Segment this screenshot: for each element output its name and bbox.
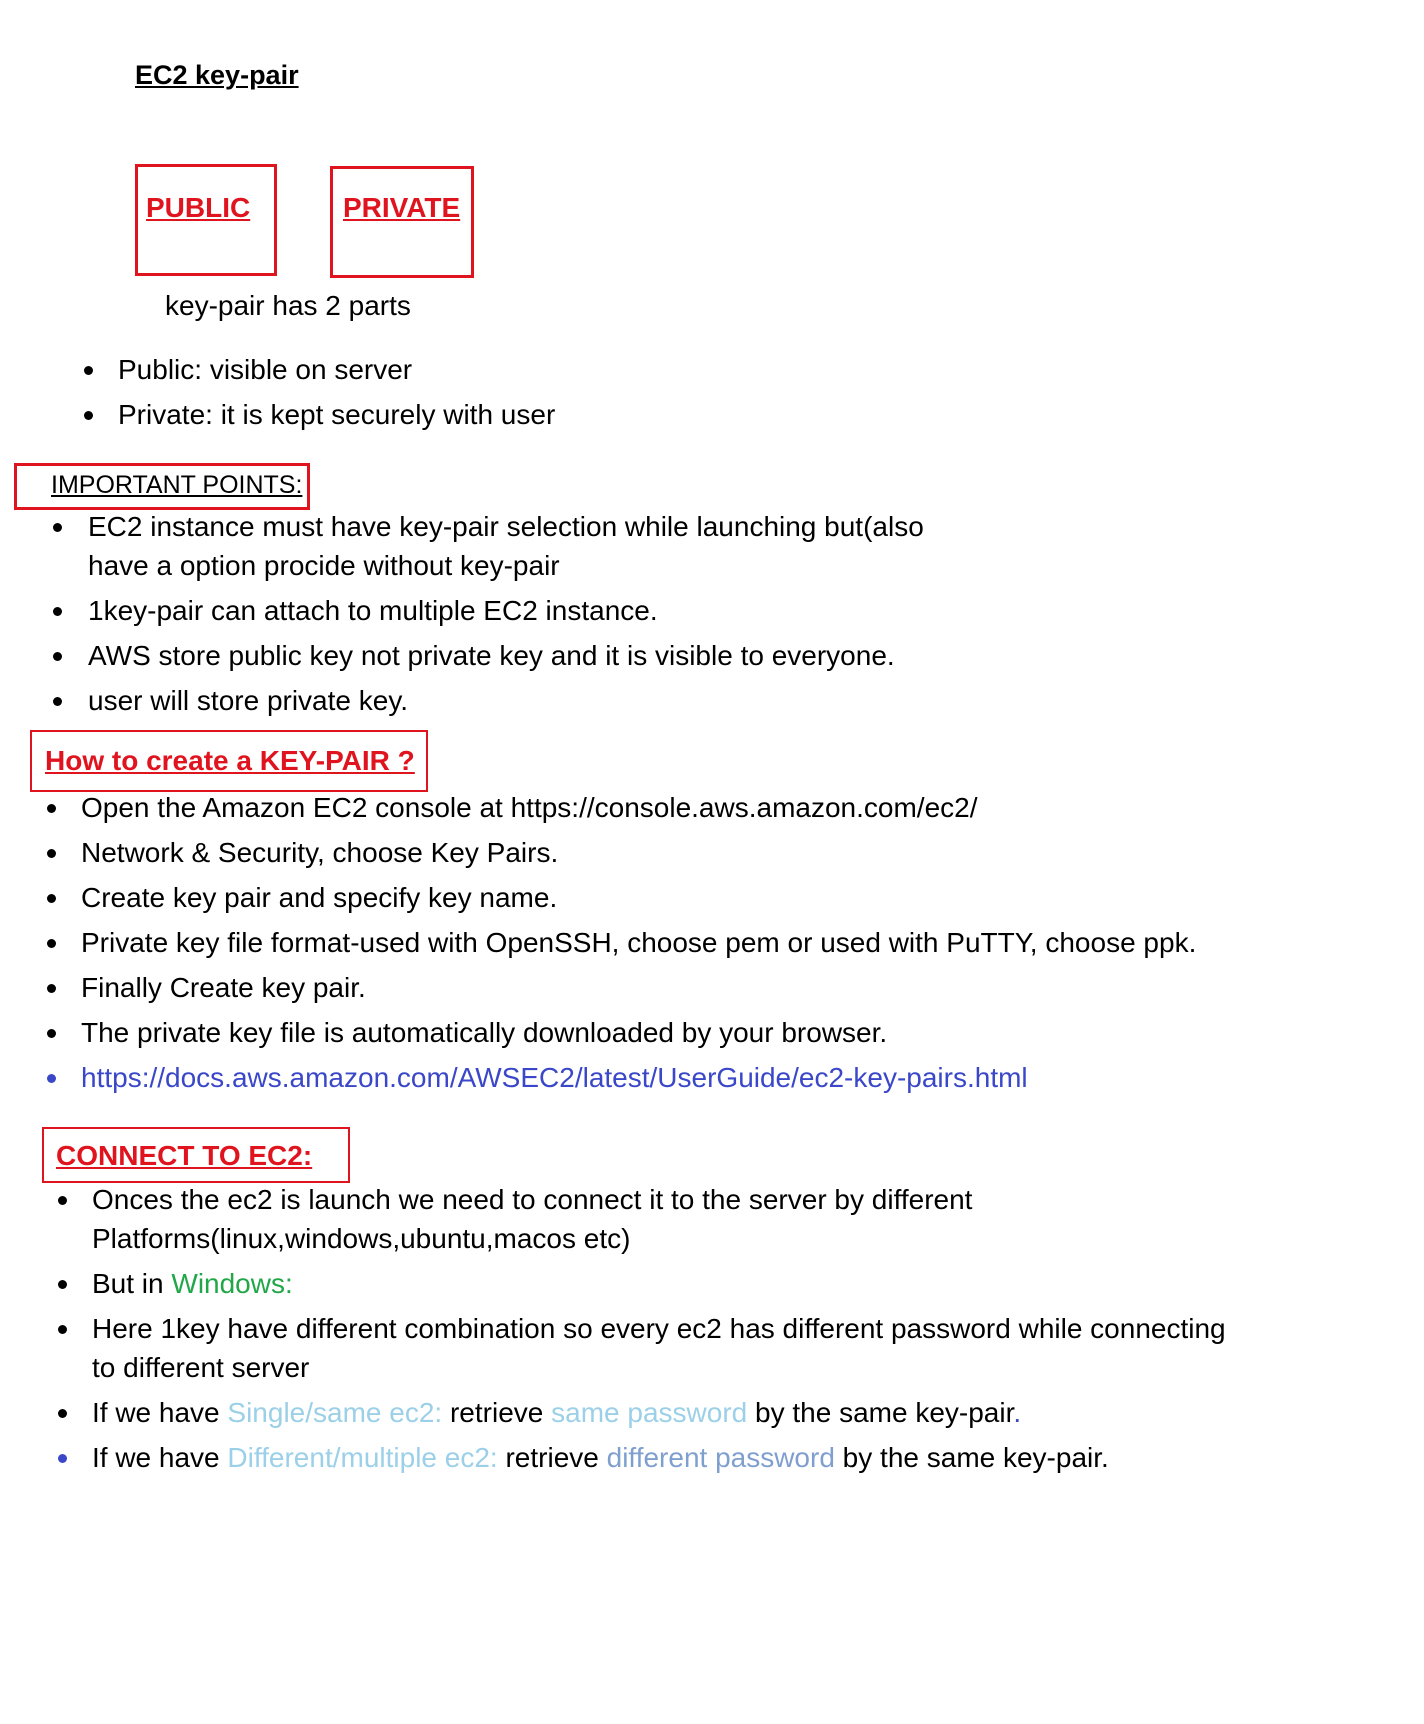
bullet-icon	[58, 1325, 67, 1334]
multiple-ec2-highlight: Different/multiple ec2:	[227, 1442, 498, 1473]
bullet-icon	[47, 849, 56, 858]
bullet-icon	[47, 1074, 56, 1083]
different-password-highlight: different password	[606, 1442, 835, 1473]
windows-highlight: Windows:	[171, 1268, 293, 1299]
bullet-icon	[47, 939, 56, 948]
bullet-icon	[53, 697, 62, 706]
list-item: Create key pair and specify key name.	[47, 878, 1196, 917]
list-item: Here 1key have different combination so …	[58, 1309, 1226, 1348]
list-item: Private key file format-used with OpenSS…	[47, 923, 1196, 962]
list-item: have a option procide without key-pair	[88, 550, 560, 581]
bullet-icon	[47, 894, 56, 903]
bullet-icon	[58, 1409, 67, 1418]
single-ec2-highlight: Single/same ec2:	[227, 1397, 443, 1428]
list-item: If we have Different/multiple ec2: retri…	[58, 1438, 1226, 1477]
connect-list: Onces the ec2 is launch we need to conne…	[58, 1180, 1226, 1477]
bullet-icon	[58, 1454, 67, 1463]
list-item: to different server	[92, 1352, 310, 1383]
list-item: Private: it is kept securely with user	[84, 395, 555, 434]
same-password-highlight: same password	[551, 1397, 748, 1428]
bullet-icon	[58, 1196, 67, 1205]
list-item: If we have Single/same ec2: retrieve sam…	[58, 1393, 1226, 1432]
list-item: Open the Amazon EC2 console at https://c…	[47, 788, 1196, 827]
create-heading: How to create a KEY-PAIR ?	[45, 745, 415, 776]
bullet-icon	[84, 411, 93, 420]
list-item: AWS store public key not private key and…	[53, 636, 924, 675]
bullet-icon	[47, 804, 56, 813]
list-item: user will store private key.	[53, 681, 924, 720]
docs-link[interactable]: https://docs.aws.amazon.com/AWSEC2/lates…	[81, 1062, 1028, 1093]
public-key-label: PUBLIC	[146, 192, 251, 223]
important-heading: IMPORTANT POINTS:	[51, 471, 303, 499]
list-item: But in Windows:	[58, 1264, 1226, 1303]
create-steps-list: Open the Amazon EC2 console at https://c…	[47, 788, 1196, 1097]
key-parts-list: Public: visible on server Private: it is…	[84, 350, 555, 434]
list-item: EC2 instance must have key-pair selectio…	[53, 507, 924, 546]
list-item: https://docs.aws.amazon.com/AWSEC2/lates…	[47, 1058, 1196, 1097]
important-points-list: EC2 instance must have key-pair selectio…	[53, 507, 924, 720]
bullet-icon	[58, 1280, 67, 1289]
bullet-icon	[47, 984, 56, 993]
list-item: Finally Create key pair.	[47, 968, 1196, 1007]
list-item: 1key-pair can attach to multiple EC2 ins…	[53, 591, 924, 630]
bullet-icon	[53, 523, 62, 532]
list-item: Platforms(linux,windows,ubuntu,macos etc…	[92, 1223, 631, 1254]
page-title: EC2 key-pair	[135, 60, 299, 90]
bullet-icon	[47, 1029, 56, 1038]
list-item: Network & Security, choose Key Pairs.	[47, 833, 1196, 872]
private-key-label: PRIVATE	[343, 192, 461, 223]
key-pair-caption: key-pair has 2 parts	[165, 290, 411, 321]
bullet-icon	[53, 652, 62, 661]
bullet-icon	[53, 607, 62, 616]
list-item: Public: visible on server	[84, 350, 555, 389]
list-item: The private key file is automatically do…	[47, 1013, 1196, 1052]
list-item: Onces the ec2 is launch we need to conne…	[58, 1180, 1226, 1219]
bullet-icon	[84, 366, 93, 375]
connect-heading: CONNECT TO EC2:	[56, 1140, 313, 1171]
